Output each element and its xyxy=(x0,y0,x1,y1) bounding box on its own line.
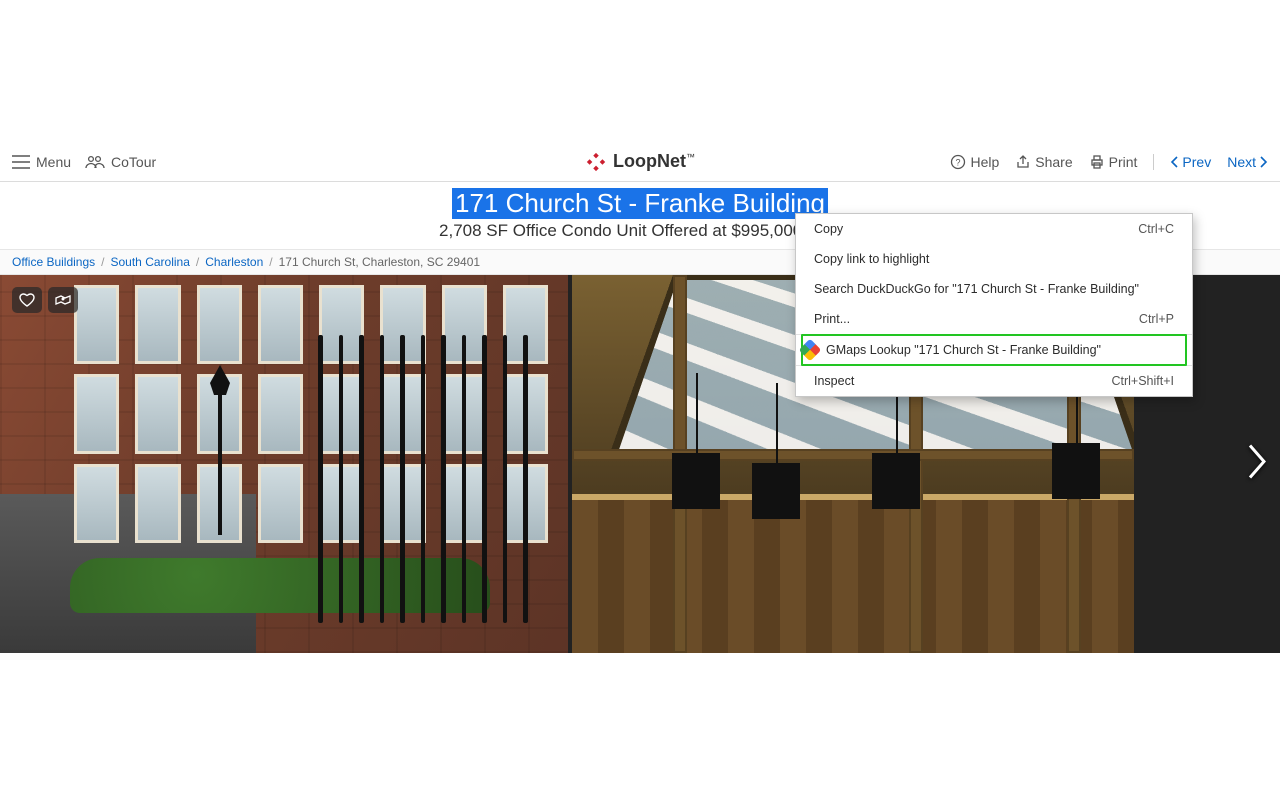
print-icon xyxy=(1089,154,1105,170)
photo-content xyxy=(318,335,528,623)
print-label: Print xyxy=(1109,154,1138,170)
crumb-sep: / xyxy=(269,255,272,269)
context-menu: Copy Ctrl+C Copy link to highlight Searc… xyxy=(795,213,1193,397)
gallery-next-button[interactable] xyxy=(1240,438,1274,491)
chevron-right-icon xyxy=(1246,444,1268,480)
listing-title-selected[interactable]: 171 Church St - Franke Building xyxy=(452,188,828,219)
share-icon xyxy=(1015,154,1031,170)
ctx-print-label: Print... xyxy=(814,312,850,326)
ctx-inspect-label: Inspect xyxy=(814,374,854,388)
chevron-right-icon xyxy=(1258,156,1268,168)
ctx-copy-link[interactable]: Copy link to highlight xyxy=(796,244,1192,274)
ctx-search-ddg[interactable]: Search DuckDuckGo for "171 Church St - F… xyxy=(796,274,1192,304)
crumb-office-buildings[interactable]: Office Buildings xyxy=(12,255,95,269)
crumb-sep: / xyxy=(196,255,199,269)
loopnet-logo-icon xyxy=(585,151,607,173)
brand-label: LoopNet™ xyxy=(613,151,695,172)
photo-content xyxy=(872,453,920,509)
ctx-print[interactable]: Print... Ctrl+P xyxy=(796,304,1192,334)
ctx-search-label: Search DuckDuckGo for "171 Church St - F… xyxy=(814,282,1139,296)
map-pin-icon xyxy=(55,292,71,308)
prev-link[interactable]: Prev xyxy=(1170,154,1211,170)
ctx-copy[interactable]: Copy Ctrl+C xyxy=(796,214,1192,244)
menu-button[interactable]: Menu xyxy=(12,154,71,170)
next-link[interactable]: Next xyxy=(1227,154,1268,170)
print-link[interactable]: Print xyxy=(1089,154,1138,170)
crumb-sep: / xyxy=(101,255,104,269)
hamburger-icon xyxy=(12,155,30,169)
crumb-city[interactable]: Charleston xyxy=(205,255,263,269)
photo-content xyxy=(210,365,230,535)
photo-content xyxy=(1052,443,1100,499)
ctx-copy-link-label: Copy link to highlight xyxy=(814,252,929,266)
ctx-gmaps-label: GMaps Lookup "171 Church St - Franke Bui… xyxy=(826,343,1101,357)
prev-label: Prev xyxy=(1182,154,1211,170)
ctx-gmaps-lookup[interactable]: GMaps Lookup "171 Church St - Franke Bui… xyxy=(796,335,1192,365)
crumb-current: 171 Church St, Charleston, SC 29401 xyxy=(279,255,480,269)
topbar-left: Menu CoTour xyxy=(12,154,156,170)
browser-chrome-whitespace xyxy=(0,0,1280,142)
divider xyxy=(1153,154,1154,170)
topbar-right: ? Help Share Print Prev Next xyxy=(950,154,1268,170)
brand-logo[interactable]: LoopNet™ xyxy=(585,151,695,173)
next-label: Next xyxy=(1227,154,1256,170)
help-label: Help xyxy=(970,154,999,170)
ctx-copy-label: Copy xyxy=(814,222,843,236)
help-link[interactable]: ? Help xyxy=(950,154,999,170)
cotour-label: CoTour xyxy=(111,154,156,170)
svg-text:?: ? xyxy=(956,157,961,167)
ctx-inspect[interactable]: Inspect Ctrl+Shift+I xyxy=(796,366,1192,396)
photo-content xyxy=(672,453,720,509)
map-button[interactable] xyxy=(48,287,78,313)
share-label: Share xyxy=(1035,154,1072,170)
people-icon xyxy=(85,155,105,169)
crumb-state[interactable]: South Carolina xyxy=(111,255,190,269)
gallery-photo-exterior[interactable] xyxy=(0,275,568,653)
photo-content xyxy=(752,463,800,519)
menu-label: Menu xyxy=(36,154,71,170)
gallery-overlay-buttons xyxy=(12,287,78,313)
cotour-button[interactable]: CoTour xyxy=(85,154,156,170)
chevron-left-icon xyxy=(1170,156,1180,168)
top-bar: Menu CoTour LoopNet™ ? Help Share Print xyxy=(0,142,1280,182)
ctx-inspect-shortcut: Ctrl+Shift+I xyxy=(1111,374,1174,388)
share-link[interactable]: Share xyxy=(1015,154,1072,170)
favorite-button[interactable] xyxy=(12,287,42,313)
ctx-copy-shortcut: Ctrl+C xyxy=(1138,222,1174,236)
heart-icon xyxy=(19,293,35,307)
ctx-print-shortcut: Ctrl+P xyxy=(1139,312,1174,326)
help-icon: ? xyxy=(950,154,966,170)
google-maps-icon xyxy=(799,339,822,362)
